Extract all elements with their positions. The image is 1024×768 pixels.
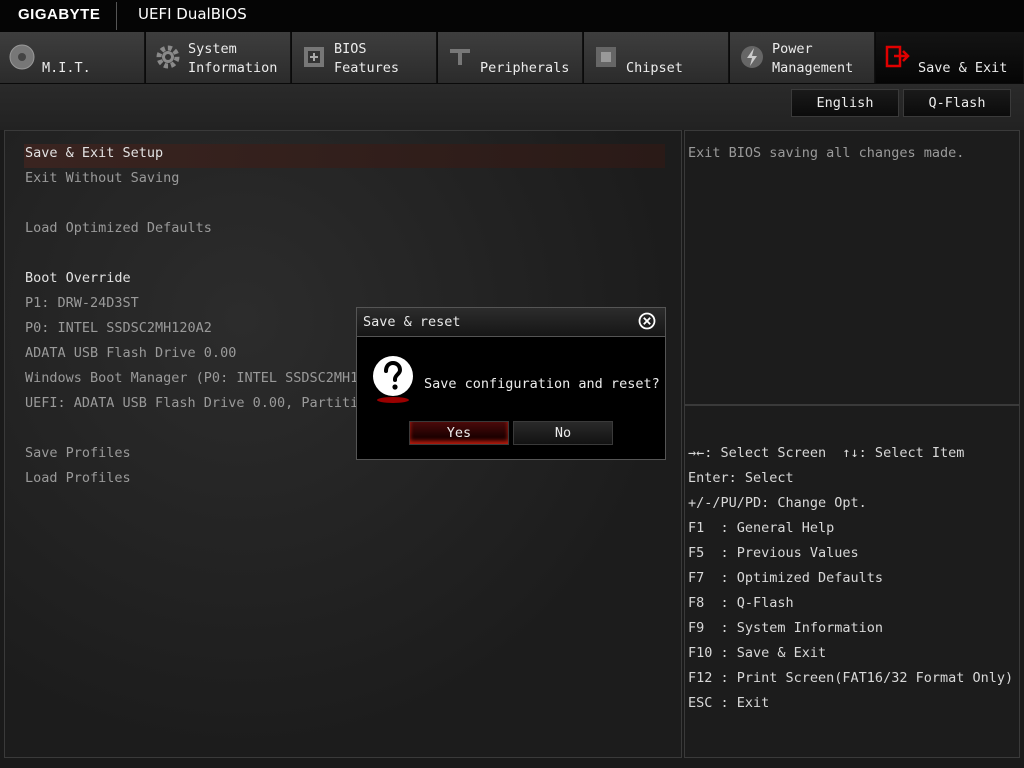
tab-label: Chipset [626,60,683,76]
key-hint: ESC : Exit [688,695,770,711]
boot-item-p1[interactable]: P1: DRW-24D3ST [25,295,139,311]
key-hint: +/-/PU/PD: Change Opt. [688,495,867,511]
product-title: UEFI DualBIOS [138,5,247,23]
menu-item-exit-without-saving[interactable]: Exit Without Saving [25,170,179,186]
yes-button[interactable]: Yes [409,421,509,445]
dialog-title-bar: Save & reset [357,308,665,337]
tab-bar: M.I.T. System Information BIOS Features … [0,32,1024,84]
tab-label: Save & Exit [918,60,1008,76]
boot-item-windows-boot-manager[interactable]: Windows Boot Manager (P0: INTEL SSDSC2MH… [25,370,366,386]
key-hint: F10 : Save & Exit [688,645,827,661]
tab-mit[interactable]: M.I.T. [0,32,145,83]
tab-label: BIOS Features [334,41,400,76]
top-bar: GIGABYTE UEFI DualBIOS [0,0,1024,32]
sub-toolbar: English Q-Flash [0,84,1024,130]
key-hint: F9 : System Information [688,620,884,636]
exit-door-icon [884,43,912,71]
qflash-button[interactable]: Q-Flash [903,89,1011,117]
boot-item-p0[interactable]: P0: INTEL SSDSC2MH120A2 [25,320,212,336]
question-icon [371,350,415,406]
help-text: Exit BIOS saving all changes made. [688,145,965,161]
tab-label: System Information [188,41,278,76]
tab-bios-features[interactable]: BIOS Features [292,32,437,83]
tab-save-exit[interactable]: Save & Exit [876,32,1024,83]
gauge-icon [8,43,36,71]
key-hint: F1 : General Help [688,520,835,536]
dialog-message: Save configuration and reset? [424,376,660,392]
boot-item-adata-usb[interactable]: ADATA USB Flash Drive 0.00 [25,345,236,361]
tab-label: Power Management [772,41,854,76]
boot-item-uefi-adata[interactable]: UEFI: ADATA USB Flash Drive 0.00, Partit… [25,395,366,411]
no-button[interactable]: No [513,421,613,445]
language-button[interactable]: English [791,89,899,117]
menu-item-load-optimized-defaults[interactable]: Load Optimized Defaults [25,220,212,236]
tab-chipset[interactable]: Chipset [584,32,729,83]
key-hint: F7 : Optimized Defaults [688,570,884,586]
key-hint: F5 : Previous Values [688,545,859,561]
section-boot-override: Boot Override [25,270,131,286]
menu-item-save-profiles[interactable]: Save Profiles [25,445,131,461]
gear-icon [154,43,182,71]
save-reset-dialog: Save & reset Save configuration and rese… [356,307,666,460]
brand-logo: GIGABYTE [18,6,101,23]
power-bolt-icon [738,43,766,71]
help-panel: Exit BIOS saving all changes made. [684,130,1020,405]
tab-peripherals[interactable]: Peripherals [438,32,583,83]
key-hint: F12 : Print Screen(FAT16/32 Format Only) [688,670,1014,686]
menu-item-load-profiles[interactable]: Load Profiles [25,470,131,486]
brand-divider [116,2,117,30]
tab-system-information[interactable]: System Information [146,32,291,83]
key-hint: F8 : Q-Flash [688,595,794,611]
chipset-icon [592,43,620,71]
tab-power-management[interactable]: Power Management [730,32,875,83]
tab-label: M.I.T. [42,60,91,76]
key-hint: Enter: Select [688,470,794,486]
dialog-title: Save & reset [363,314,461,330]
key-hint: →←: Select Screen ↑↓: Select Item [688,445,965,461]
connector-icon [446,43,474,71]
key-legend-panel: →←: Select Screen ↑↓: Select Item Enter:… [684,405,1020,758]
close-icon[interactable] [638,312,656,330]
chip-plus-icon [300,43,328,71]
tab-label: Peripherals [480,60,570,76]
menu-item-save-exit-setup[interactable]: Save & Exit Setup [25,145,163,161]
